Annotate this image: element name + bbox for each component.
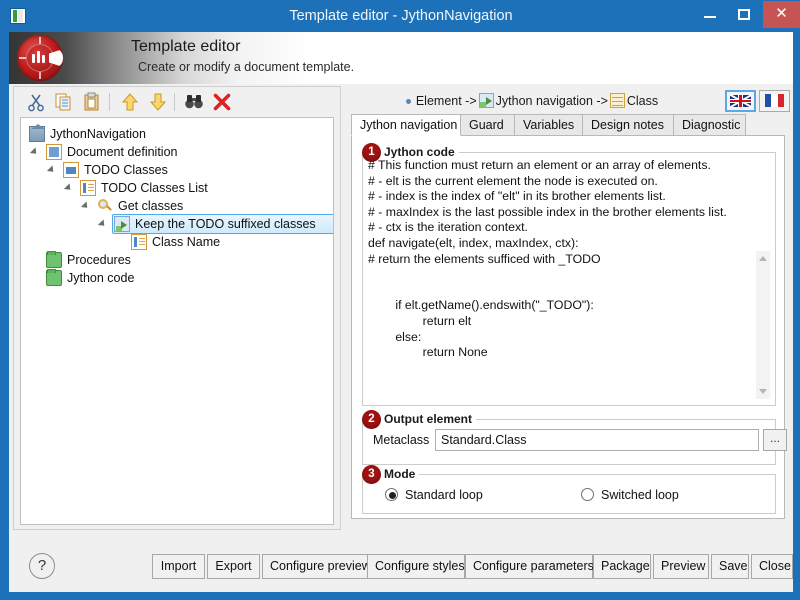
tree-node-label: Procedures <box>67 253 131 267</box>
metaclass-browse-button[interactable]: ... <box>763 429 787 451</box>
breadcrumb-element: Element -> <box>415 94 477 108</box>
close-button[interactable]: ✕ <box>763 1 800 28</box>
output-element-label: Output element <box>380 412 477 426</box>
configure-styles-button[interactable]: Configure styles <box>367 554 465 579</box>
move-down-icon[interactable] <box>148 92 168 112</box>
tree-node-label: TODO Classes <box>84 163 168 177</box>
expand-arrow-icon[interactable] <box>97 219 108 229</box>
toolbar-separator <box>109 93 110 111</box>
step-badge-2: 2 <box>362 410 381 429</box>
tree-node-label: Jython code <box>67 271 135 285</box>
metaclass-label: Metaclass <box>373 433 430 447</box>
jython-code-editor[interactable]: # This function must return an element o… <box>368 158 762 401</box>
editor-tabs: Jython navigation Guard Variables Design no… <box>351 114 785 136</box>
help-button[interactable]: ? <box>29 553 55 579</box>
navigation-icon <box>478 93 494 108</box>
folder-icon <box>46 269 62 286</box>
france-flag-icon <box>765 94 784 107</box>
tree-toolbar <box>14 87 340 117</box>
breadcrumb-class: Class <box>626 94 659 108</box>
package-button[interactable]: Package <box>593 554 651 579</box>
tree-node-label: Class Name <box>152 235 221 249</box>
folder-icon <box>46 251 62 268</box>
step-badge-1: 1 <box>362 143 381 162</box>
scroll-down-icon[interactable] <box>759 389 767 394</box>
preview-button[interactable]: Preview <box>653 554 709 579</box>
tab-content-jython-navigation: 1 Jython code # This function must retur… <box>351 135 787 519</box>
paste-icon[interactable] <box>82 92 102 112</box>
list-icon <box>80 180 96 196</box>
delete-icon[interactable] <box>212 92 232 112</box>
navigation-icon <box>114 216 130 232</box>
tree-node-label: JythonNavigation <box>50 127 146 141</box>
content-area: JythonNavigation Document definition TODO … <box>9 84 793 540</box>
expand-arrow-icon[interactable] <box>29 147 40 157</box>
code-scrollbar[interactable] <box>756 251 770 399</box>
close-button[interactable]: Close <box>751 554 793 579</box>
uk-flag-icon <box>730 95 751 107</box>
radio-switched-loop-label: Switched loop <box>601 488 679 502</box>
bullet-icon <box>405 98 411 104</box>
jython-code-text: # This function must return an element o… <box>368 158 727 360</box>
step-badge-3: 3 <box>362 465 381 484</box>
copy-icon[interactable] <box>54 92 74 112</box>
scroll-up-icon[interactable] <box>759 256 767 261</box>
section-icon <box>63 162 79 178</box>
save-button[interactable]: Save <box>711 554 749 579</box>
tree-node-label: TODO Classes List <box>101 181 208 195</box>
language-french-button[interactable] <box>759 90 790 112</box>
import-button[interactable]: Import <box>152 554 205 579</box>
expand-arrow-icon[interactable] <box>46 165 57 175</box>
jython-code-group: 1 Jython code # This function must retur… <box>362 143 776 406</box>
find-icon[interactable] <box>184 92 204 112</box>
output-element-group: 2 Output element Metaclass Standard.Clas… <box>362 410 787 465</box>
radio-standard-loop-indicator <box>385 488 398 501</box>
tree-node-label: Get classes <box>118 199 184 213</box>
radio-switched-loop-indicator <box>581 488 594 501</box>
tab-jython-navigation[interactable]: Jython navigation <box>351 114 461 136</box>
tab-diagnostic[interactable]: Diagnostic <box>673 114 746 136</box>
radio-standard-loop-label: Standard loop <box>405 488 483 502</box>
house-icon <box>29 124 45 142</box>
app-logo-icon <box>17 35 63 81</box>
mode-group: 3 Mode Standard loop Switched loop <box>362 465 776 514</box>
magnifier-icon <box>97 198 113 214</box>
tab-guard[interactable]: Guard <box>460 114 515 136</box>
expand-arrow-icon[interactable] <box>63 183 74 193</box>
window-title: Template editor - JythonNavigation <box>289 8 513 24</box>
document-icon <box>46 144 62 160</box>
banner-subtitle: Create or modify a document template. <box>138 60 355 74</box>
close-icon: ✕ <box>775 5 788 22</box>
minimize-button[interactable] <box>695 1 725 28</box>
list-icon <box>131 234 147 250</box>
configure-preview-button[interactable]: Configure preview <box>262 554 375 579</box>
tab-design-notes[interactable]: Design notes <box>582 114 674 136</box>
banner-title: Template editor <box>131 38 241 55</box>
breadcrumb: Element -> Jython navigation -> Class <box>347 90 717 112</box>
mode-label: Mode <box>380 467 420 481</box>
language-english-button[interactable] <box>725 90 756 112</box>
export-button[interactable]: Export <box>207 554 260 579</box>
tab-variables[interactable]: Variables <box>514 114 583 136</box>
editor-panel: Element -> Jython navigation -> Class Jyth… <box>347 86 790 530</box>
expand-arrow-icon[interactable] <box>80 201 91 211</box>
cut-icon[interactable] <box>26 92 46 112</box>
toolbar-separator-2 <box>174 93 175 111</box>
jython-code-label: Jython code <box>380 145 459 159</box>
class-icon <box>609 93 625 108</box>
tree-node-label: Keep the TODO suffixed classes <box>135 217 316 231</box>
tree-node-label: Document definition <box>67 145 178 159</box>
header-banner: Template editor Create or modify a docum… <box>9 32 793 84</box>
footer-bar: ? Import Export Configure preview Configure… <box>9 540 793 592</box>
title-bar: Template editor - JythonNavigation ✕ <box>1 1 800 32</box>
breadcrumb-navigation: Jython navigation -> <box>495 94 608 108</box>
application-window: Template editor - JythonNavigation ✕ Tem… <box>0 0 800 600</box>
metaclass-input[interactable]: Standard.Class <box>435 429 759 451</box>
template-tree[interactable]: JythonNavigation Document definition TODO … <box>20 117 334 525</box>
maximize-button[interactable] <box>729 1 759 28</box>
tree-panel: JythonNavigation Document definition TODO … <box>13 86 341 530</box>
move-up-icon[interactable] <box>120 92 140 112</box>
configure-parameters-button[interactable]: Configure parameters <box>465 554 594 579</box>
expand-arrow-icon[interactable] <box>21 129 23 139</box>
